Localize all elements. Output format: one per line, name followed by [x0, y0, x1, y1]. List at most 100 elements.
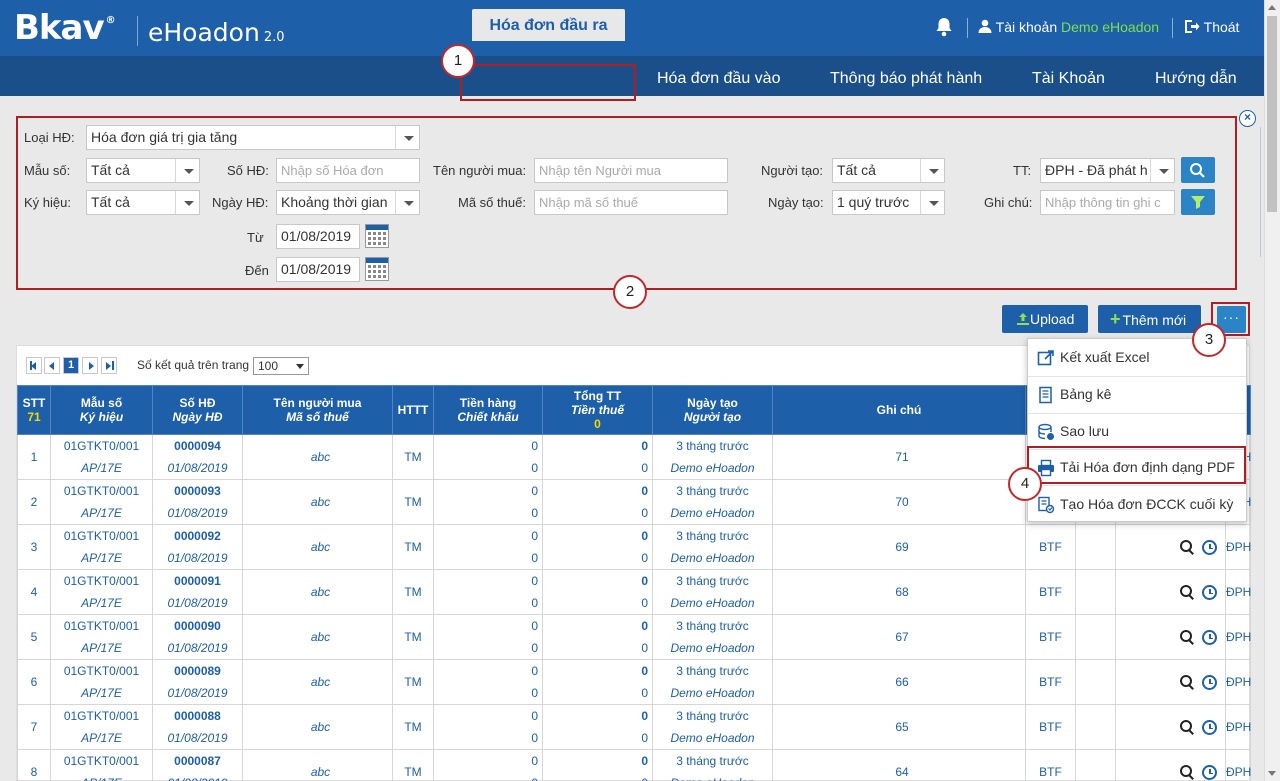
- cell-ngay-tao: 3 tháng trướcDemo eHoadon: [652, 434, 773, 480]
- calendar-icon[interactable]: [365, 224, 389, 248]
- close-filter-icon[interactable]: ×: [1239, 110, 1256, 127]
- ma-so-thue-input[interactable]: Nhập mã số thuế: [534, 190, 728, 215]
- cell-mau-so: 01GTKT0/001AP/17E: [50, 569, 153, 615]
- ky-hieu-select[interactable]: Tất cả: [86, 190, 200, 215]
- tab-thong-bao-phat-hanh[interactable]: Thông báo phát hành: [830, 57, 982, 96]
- clock-icon[interactable]: [1202, 764, 1217, 780]
- tt-select[interactable]: ĐPH - Đã phát h: [1040, 158, 1175, 183]
- den-date-input[interactable]: 01/08/2019: [276, 257, 360, 282]
- cell-ghi-chu: 67: [772, 614, 1026, 660]
- cell-httt: TM: [392, 569, 434, 615]
- mau-so-select[interactable]: Tất cả: [86, 158, 200, 183]
- cell-actions: [1115, 569, 1226, 615]
- cell-so-hd[interactable]: 0000089 01/08/2019: [152, 659, 243, 705]
- scroll-up-icon[interactable]: [1268, 5, 1276, 10]
- chevron-down-icon: [395, 126, 419, 149]
- col-mau-so[interactable]: Mẫu số Ký hiệu: [50, 385, 153, 435]
- chevron-down-icon: [1150, 159, 1174, 182]
- funnel-icon: [1191, 196, 1205, 209]
- col-tong-tt[interactable]: Tổng TT Tiền thuế 0: [542, 385, 653, 435]
- cell-so-hd[interactable]: 0000094 01/08/2019: [152, 434, 243, 480]
- col-so-hd[interactable]: Số HĐ Ngày HĐ: [152, 385, 243, 435]
- account-label: Tài khoản: [995, 19, 1058, 35]
- current-page[interactable]: 1: [63, 357, 79, 374]
- add-new-button[interactable]: + Thêm mới: [1098, 305, 1201, 333]
- cell-so-hd[interactable]: 0000092 01/08/2019: [152, 524, 243, 570]
- menu-bang-ke[interactable]: Bảng kê: [1028, 376, 1246, 413]
- table-row[interactable]: 801GTKT0/001AP/17E000008701/08/2019abcTM…: [17, 749, 1251, 781]
- export-icon: [1037, 350, 1054, 366]
- search-button[interactable]: [1181, 157, 1215, 183]
- first-page-icon[interactable]: [26, 357, 42, 374]
- so-hd-input[interactable]: Nhập số Hóa đơn: [276, 158, 420, 183]
- table-row[interactable]: 5 01GTKT0/001 AP/17E 0000090 01/08/2019 abc TM…: [17, 614, 1251, 660]
- clock-icon[interactable]: [1202, 674, 1217, 690]
- tab-hoa-don-dau-vao[interactable]: Hóa đơn đầu vào: [657, 57, 780, 96]
- tab-huong-dan[interactable]: Hướng dẫn: [1155, 57, 1237, 96]
- clock-icon[interactable]: [1202, 629, 1217, 645]
- cell-so-hd[interactable]: 000008701/08/2019: [152, 749, 243, 781]
- table-row[interactable]: 3 01GTKT0/001 AP/17E 0000092 01/08/2019 abc TM…: [17, 524, 1251, 570]
- bell-icon[interactable]: [935, 17, 953, 37]
- logo-divider: [137, 16, 138, 46]
- cell-so-hd[interactable]: 0000093 01/08/2019: [152, 479, 243, 525]
- search-icon[interactable]: [1180, 630, 1194, 644]
- clock-icon[interactable]: [1202, 719, 1217, 735]
- cell-stt: 5: [17, 614, 51, 660]
- cell-httt: TM: [392, 479, 434, 525]
- tab-hoa-don-dau-ra[interactable]: Hóa đơn đầu ra: [472, 9, 625, 41]
- menu-sao-luu[interactable]: Sao lưu: [1028, 413, 1246, 450]
- per-page-select[interactable]: 100: [253, 357, 309, 375]
- prev-page-icon[interactable]: [44, 357, 60, 374]
- more-options-menu: Kết xuất Excel Bảng kê Sao lưu Tải Hóa đ…: [1027, 338, 1247, 522]
- search-icon[interactable]: [1180, 720, 1194, 734]
- nguoi-tao-select[interactable]: Tất cả: [832, 158, 945, 183]
- col-tien-hang[interactable]: Tiền hàng Chiết khấu: [433, 385, 543, 435]
- ngay-hd-select[interactable]: Khoảng thời gian: [276, 190, 420, 215]
- chevron-down-icon: [920, 159, 944, 182]
- logout-button[interactable]: Thoát: [1184, 19, 1239, 35]
- clock-icon[interactable]: [1202, 584, 1217, 600]
- cell-status: ĐPH: [1225, 704, 1251, 750]
- ghi-chu-label: Ghi chú:: [984, 195, 1033, 210]
- cell-stt: 7: [17, 704, 51, 750]
- menu-tao-hoa-don-dcck[interactable]: Tạo Hóa đơn ĐCCK cuối kỳ: [1028, 486, 1246, 523]
- search-icon[interactable]: [1180, 765, 1194, 779]
- loai-hd-select[interactable]: Hóa đơn giá trị gia tăng: [86, 125, 420, 150]
- ghi-chu-input[interactable]: Nhập thông tin ghi c: [1040, 190, 1175, 215]
- cell-so-hd[interactable]: 0000090 01/08/2019: [152, 614, 243, 660]
- col-ghi-chu[interactable]: Ghi chú: [772, 385, 1026, 435]
- highlight-box-4: [1027, 446, 1246, 484]
- scrollbar-thumb[interactable]: [1267, 16, 1277, 212]
- filter-button[interactable]: [1181, 189, 1215, 215]
- tu-date-input[interactable]: 01/08/2019: [276, 224, 360, 249]
- cell-actions: [1115, 524, 1226, 570]
- account-link[interactable]: Tài khoản Demo eHoadon: [978, 19, 1159, 35]
- cell-so-hd[interactable]: 0000088 01/08/2019: [152, 704, 243, 750]
- col-httt[interactable]: HTTT: [392, 385, 434, 435]
- cell-type: BTF: [1025, 614, 1076, 660]
- loai-hd-label: Loại HĐ:: [24, 130, 75, 145]
- search-icon[interactable]: [1180, 585, 1194, 599]
- col-stt[interactable]: STT 71: [17, 385, 51, 435]
- ngay-tao-select[interactable]: 1 quý trước: [832, 190, 945, 215]
- clock-icon[interactable]: [1202, 539, 1217, 555]
- table-row[interactable]: 4 01GTKT0/001 AP/17E 0000091 01/08/2019 abc TM…: [17, 569, 1251, 615]
- table-row[interactable]: 6 01GTKT0/001 AP/17E 0000089 01/08/2019 abc TM…: [17, 659, 1251, 705]
- tab-tai-khoan[interactable]: Tài Khoản: [1032, 57, 1105, 96]
- upload-button[interactable]: Upload: [1002, 305, 1088, 333]
- calendar-icon[interactable]: [365, 257, 389, 281]
- col-ten-nguoi-mua[interactable]: Tên người mua Mã số thuế: [242, 385, 393, 435]
- last-page-icon[interactable]: [101, 357, 117, 374]
- mau-so-label: Mẫu số:: [24, 163, 71, 178]
- cell-so-hd[interactable]: 0000091 01/08/2019: [152, 569, 243, 615]
- ten-nguoi-mua-input[interactable]: Nhập tên Người mua: [534, 158, 728, 183]
- table-row[interactable]: 7 01GTKT0/001 AP/17E 0000088 01/08/2019 abc TM…: [17, 704, 1251, 750]
- col-ngay-tao[interactable]: Ngày tạo Người tạo: [652, 385, 773, 435]
- search-icon[interactable]: [1180, 675, 1194, 689]
- next-page-icon[interactable]: [82, 357, 98, 374]
- scroll-down-icon[interactable]: [1268, 771, 1276, 776]
- callout-2: 2: [613, 275, 647, 309]
- search-icon[interactable]: [1180, 540, 1194, 554]
- bkav-logo[interactable]: Bkav ®: [14, 8, 116, 48]
